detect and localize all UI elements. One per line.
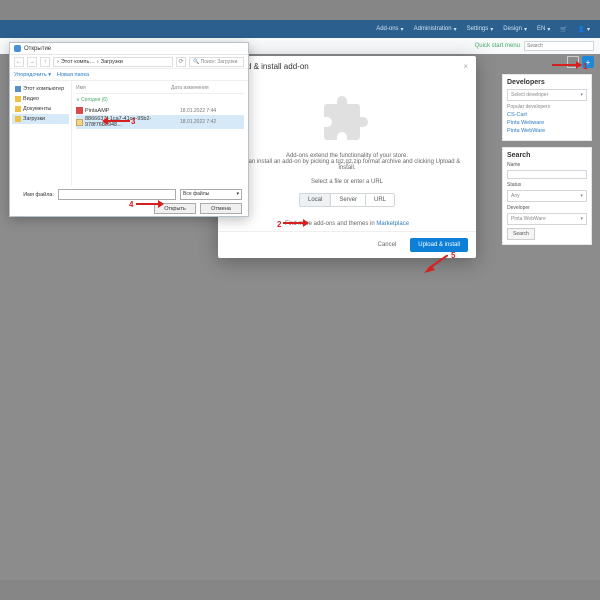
tab-server[interactable]: Server: [331, 194, 366, 206]
file-row[interactable]: PintaAMP18.01.2022 7:44: [76, 106, 244, 115]
dev-link-pinta2[interactable]: Pinta WebWare: [507, 128, 587, 134]
nav-up-icon[interactable]: ↑: [40, 57, 50, 67]
cancel-button[interactable]: Cancel: [370, 238, 405, 252]
admin-top-nav: Add-ons ▾ Administration ▾ Settings ▾ De…: [0, 20, 600, 38]
app-icon: [14, 45, 21, 52]
nav-addons[interactable]: Add-ons ▾: [372, 24, 407, 35]
global-search-input[interactable]: [524, 41, 594, 51]
nav-fwd-icon[interactable]: →: [27, 57, 37, 67]
nav-settings[interactable]: Settings ▾: [463, 24, 498, 35]
nav-lang[interactable]: EN ▾: [533, 24, 554, 35]
cancel-file-button[interactable]: Отмена: [200, 203, 242, 214]
name-label: Name: [507, 162, 587, 168]
status-select[interactable]: Any▾: [507, 190, 587, 202]
developer-select[interactable]: Select developer▾: [507, 89, 587, 101]
tab-local[interactable]: Local: [300, 194, 331, 206]
col-date[interactable]: Дата изменения: [171, 85, 221, 91]
tree-this-pc[interactable]: Этот компьютер: [12, 84, 69, 94]
popular-devs-label: Popular developers: [507, 104, 587, 110]
puzzle-icon: [322, 91, 372, 141]
group-today: ∨ Сегодня (6): [76, 97, 244, 103]
file-open-dialog: Открытие ← → ↑ › Этот компь… › Загрузки …: [9, 42, 249, 217]
source-tabs: Local Server URL: [299, 193, 395, 207]
search-button[interactable]: Search: [507, 228, 535, 240]
filename-input[interactable]: [58, 189, 176, 200]
folder-tree: Этот компьютер Видео Документы Загрузки: [10, 81, 72, 186]
modal-desc-2: You can install an add-on by picking a t…: [230, 159, 464, 171]
refresh-icon[interactable]: ⟳: [176, 57, 186, 67]
new-folder-button[interactable]: Новая папка: [57, 72, 89, 78]
tree-downloads[interactable]: Загрузки: [12, 114, 69, 124]
search-heading: Search: [507, 152, 587, 159]
quick-start-link[interactable]: Quick start menu: [475, 43, 520, 49]
annotation-1: 1: [583, 62, 587, 71]
status-label: Status: [507, 182, 587, 188]
annotation-4: 4: [129, 200, 133, 209]
upload-install-button[interactable]: Upload & install: [410, 238, 468, 252]
nav-back-icon[interactable]: ←: [14, 57, 24, 67]
tree-documents[interactable]: Документы: [12, 104, 69, 114]
filetype-select[interactable]: Все файлы▾: [180, 189, 242, 200]
nav-design[interactable]: Design ▾: [499, 24, 531, 35]
developers-heading: Developers: [507, 79, 587, 86]
sidebar: Developers Select developer▾ Popular dev…: [502, 74, 592, 251]
gear-icon[interactable]: ⚙: [567, 56, 579, 68]
user-icon[interactable]: 👤 ▾: [574, 24, 594, 35]
dialog-title: Открытие: [24, 46, 51, 52]
close-icon[interactable]: ×: [463, 62, 468, 71]
annotation-5: 5: [451, 251, 455, 260]
open-button[interactable]: Открыть: [154, 203, 196, 214]
annotation-3: 3: [131, 117, 135, 126]
marketplace-link[interactable]: Marketplace: [376, 221, 409, 227]
cart-icon[interactable]: 🛒: [556, 24, 571, 35]
tab-url[interactable]: URL: [366, 194, 394, 206]
select-file-label: Select a file or enter a URL: [230, 179, 464, 185]
annotation-2: 2: [277, 220, 281, 229]
col-name[interactable]: Имя: [76, 85, 171, 91]
file-row[interactable]: 8866637f-1ca7-41ce-95b2-978f768e948…18.0…: [76, 115, 244, 129]
developer-filter[interactable]: Pinta WebWare▾: [507, 213, 587, 225]
nav-admin[interactable]: Administration ▾: [410, 24, 461, 35]
marketplace-text: Find more add-ons and themes in: [285, 221, 376, 227]
filename-label: Имя файла:: [16, 192, 54, 198]
upload-addon-modal: Upload & install add-on × Add-ons extend…: [218, 56, 476, 258]
dev-link-cscart[interactable]: CS-Cart: [507, 112, 587, 118]
dev-link-pinta1[interactable]: Pinta Webware: [507, 120, 587, 126]
breadcrumb[interactable]: › Этот компь… › Загрузки: [53, 57, 173, 67]
file-list: ИмяДата изменения ∨ Сегодня (6) PintaAMP…: [72, 81, 248, 186]
organize-menu[interactable]: Упорядочить ▾: [14, 72, 51, 78]
name-input[interactable]: [507, 170, 587, 179]
developer-label: Developer: [507, 205, 587, 211]
tree-videos[interactable]: Видео: [12, 94, 69, 104]
file-search-input[interactable]: 🔍 Поиск: Загрузки: [189, 57, 244, 67]
